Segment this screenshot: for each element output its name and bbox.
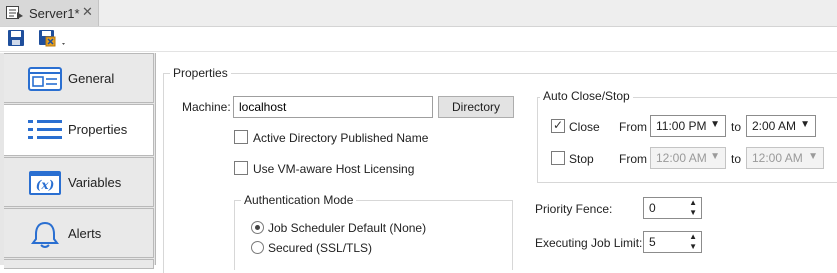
toolbar (0, 27, 837, 52)
nav-item-general[interactable]: General (4, 53, 154, 103)
save-options-button[interactable] (38, 29, 70, 49)
stop-label: Stop (569, 152, 594, 166)
auto-close-stop-group (537, 97, 837, 183)
priority-fence-label: Priority Fence: (535, 202, 613, 216)
close-to-label: to (731, 120, 742, 134)
chevron-down-icon: ▼ (710, 119, 720, 130)
vm-licensing-label: Use VM-aware Host Licensing (253, 162, 415, 176)
save-icon (7, 30, 25, 50)
stop-checkbox[interactable] (551, 151, 565, 165)
nav-item-label: Variables (68, 175, 122, 190)
active-directory-checkbox[interactable] (234, 130, 248, 144)
close-checkbox[interactable]: ✓ (551, 118, 565, 133)
server-document-icon (6, 6, 24, 23)
spin-down-icon[interactable]: ▼ (689, 242, 697, 251)
auth-default-label: Job Scheduler Default (None) (268, 221, 427, 235)
nav-item-label: Alerts (68, 226, 102, 241)
machine-label: Machine: (182, 100, 231, 114)
close-to-value: 2:00 AM (752, 119, 797, 133)
active-directory-label: Active Directory Published Name (253, 131, 429, 145)
bell-icon (28, 221, 62, 248)
checkmark-icon: ✓ (553, 118, 564, 132)
nav-item-alerts[interactable]: Alerts (4, 208, 154, 258)
nav-item-label: General (68, 71, 115, 86)
close-from-select[interactable]: 11:00 PM ▼ (650, 115, 726, 137)
executing-job-limit-value: 5 (649, 235, 656, 249)
nav-item-properties[interactable]: Properties (4, 104, 154, 156)
close-icon[interactable]: ✕ (82, 4, 93, 20)
chevron-down-icon: ▼ (808, 151, 818, 162)
side-navigation: General Properties (x) Variables Alerts (0, 53, 156, 269)
nav-item-next[interactable] (4, 259, 154, 269)
priority-fence-spinner[interactable]: 0 ▲ ▼ (643, 197, 702, 219)
close-to-select[interactable]: 2:00 AM ▼ (746, 115, 816, 137)
nav-item-label: Properties (68, 122, 128, 137)
tab-title: Server1* (29, 6, 80, 21)
stop-to-value: 12:00 AM (752, 151, 803, 165)
chevron-down-icon: ▼ (710, 151, 720, 162)
machine-input[interactable] (233, 96, 433, 118)
stop-to-label: to (731, 152, 742, 166)
close-from-label: From (619, 120, 647, 134)
auth-secured-label: Secured (SSL/TLS) (268, 241, 373, 255)
svg-text:(x): (x) (36, 178, 55, 192)
general-icon (28, 66, 62, 92)
save-button[interactable] (7, 29, 29, 49)
directory-button[interactable]: Directory (438, 96, 514, 118)
auth-secured-radio[interactable] (251, 241, 264, 254)
executing-job-limit-label: Executing Job Limit: (535, 236, 643, 250)
stop-to-select[interactable]: 12:00 AM ▼ (746, 147, 824, 169)
nav-item-variables[interactable]: (x) Variables (4, 157, 154, 207)
executing-job-limit-spinner[interactable]: 5 ▲ ▼ (643, 231, 702, 253)
spin-down-icon[interactable]: ▼ (689, 208, 697, 217)
auth-default-radio[interactable] (251, 221, 264, 234)
variable-icon: (x) (28, 170, 62, 196)
vm-licensing-checkbox[interactable] (234, 161, 248, 175)
list-icon (28, 117, 62, 143)
document-tab-strip: Server1* ✕ (0, 0, 837, 27)
authentication-mode-label: Authentication Mode (241, 193, 357, 207)
chevron-down-icon: ▼ (800, 119, 810, 130)
stop-from-select[interactable]: 12:00 AM ▼ (650, 147, 726, 169)
close-from-value: 11:00 PM (656, 119, 707, 133)
spin-up-icon[interactable]: ▲ (689, 232, 697, 241)
auto-close-stop-label: Auto Close/Stop (540, 89, 633, 103)
properties-group-label: Properties (170, 66, 231, 80)
close-label: Close (569, 120, 600, 134)
save-all-icon (38, 30, 68, 52)
authentication-mode-group (234, 200, 513, 270)
priority-fence-value: 0 (649, 201, 656, 215)
stop-from-label: From (619, 152, 647, 166)
tab-server1[interactable]: Server1* ✕ (0, 0, 99, 26)
stop-from-value: 12:00 AM (656, 151, 707, 165)
spin-up-icon[interactable]: ▲ (689, 198, 697, 207)
